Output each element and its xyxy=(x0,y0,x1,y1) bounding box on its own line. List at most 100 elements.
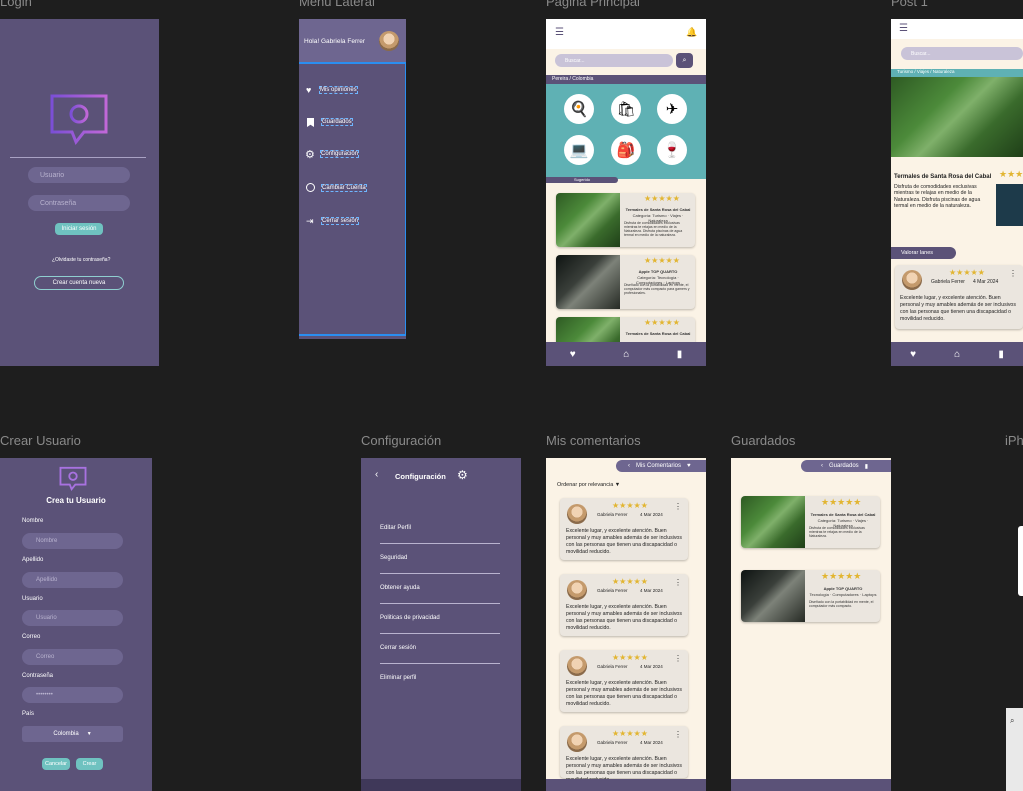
menu-item-saved[interactable]: Guardados xyxy=(321,118,353,126)
rating-stars: ★★★★★ xyxy=(612,729,648,738)
comment-text: Excelente lugar, y excelente atención. B… xyxy=(566,528,682,555)
menu-item-logout[interactable]: Cerrar sesión xyxy=(321,217,360,225)
review-card: ★★★★★ Gabriela Ferrer 4 Mar 2024 ⋮ Excel… xyxy=(895,265,1023,329)
more-options-icon[interactable]: ⋮ xyxy=(1009,269,1017,278)
tech-category-icon[interactable]: 💻 xyxy=(564,135,594,165)
saved-frame: ‹ Guardados ▮ ★★★★★ Termales de Santa Ro… xyxy=(731,458,891,791)
country-select[interactable]: Colombia ▼ xyxy=(22,726,123,742)
cancel-button[interactable]: Cancelar xyxy=(42,758,70,770)
heart-icon[interactable]: ♥ xyxy=(910,349,916,360)
map-thumbnail[interactable] xyxy=(996,184,1023,226)
rate-button[interactable]: Valorar lanes xyxy=(891,247,956,259)
bottom-nav: ♥ ⌂ ▮ xyxy=(891,342,1023,366)
username-field[interactable]: Usuario xyxy=(28,167,130,183)
reviewer-name: Gabriela Ferrer xyxy=(597,512,628,517)
back-icon[interactable]: ‹ xyxy=(375,469,378,480)
saved-card[interactable]: ★★★★★ Termales de Santa Rosa del Cabal C… xyxy=(741,496,880,548)
app-logo-icon xyxy=(59,466,87,492)
config-item-delete-profile[interactable]: Eliminar perfil xyxy=(380,675,416,681)
comment-card: ★★★★★ Gabriela Ferrer 4 Mar 2024 ⋮ Excel… xyxy=(560,574,688,636)
iphone-side xyxy=(1018,526,1023,596)
rating-stars: ★★★★★ xyxy=(612,653,648,662)
heart-icon[interactable]: ♥ xyxy=(570,349,576,360)
search-icon[interactable]: ⌕ xyxy=(1010,716,1014,726)
avatar xyxy=(567,732,587,752)
more-options-icon[interactable]: ⋮ xyxy=(674,502,682,511)
avatar xyxy=(567,580,587,600)
frame-label-post: Post 1 xyxy=(891,0,928,9)
bookmark-icon[interactable]: ▮ xyxy=(998,349,1004,360)
review-date: 4 Mar 2024 xyxy=(973,279,999,285)
comment-card: ★★★★★ Gabriela Ferrer 4 Mar 2024 ⋮ Excel… xyxy=(560,726,688,783)
divider xyxy=(380,663,500,664)
saved-header: ‹ Guardados ▮ xyxy=(801,460,891,472)
avatar xyxy=(379,31,399,51)
divider xyxy=(380,633,500,634)
lastname-input[interactable]: Apellido xyxy=(22,572,123,588)
header-label: Mis Comentarios xyxy=(636,463,682,469)
password-input[interactable]: •••••••• xyxy=(22,687,123,703)
bell-icon[interactable]: 🔔 xyxy=(686,27,697,38)
saved-card[interactable]: ★★★★★ Apple TOP QUARTO Tecnología · Comp… xyxy=(741,570,880,622)
wine-category-icon[interactable]: 🍷 xyxy=(657,135,687,165)
header-label: Guardados xyxy=(829,463,859,469)
menu-frame: Hola! Gabriela Ferrer xyxy=(299,19,406,339)
avatar xyxy=(567,504,587,524)
shopping-category-icon[interactable]: 🛍 xyxy=(611,94,641,124)
bottom-nav xyxy=(731,779,891,791)
more-options-icon[interactable]: ⋮ xyxy=(674,730,682,739)
hamburger-icon[interactable]: ☰ xyxy=(555,27,564,38)
forgot-password-link[interactable]: ¿Olvidaste tu contraseña? xyxy=(52,257,110,263)
search-input[interactable]: Buscar... xyxy=(901,47,1023,60)
home-icon[interactable]: ⌂ xyxy=(623,349,629,360)
menu-item-opinions[interactable]: Mis opiniones xyxy=(319,86,358,94)
more-options-icon[interactable]: ⋮ xyxy=(674,578,682,587)
search-icon[interactable]: ⌕ xyxy=(676,53,693,68)
menu-item-switch[interactable]: Cambiar Cuenta xyxy=(321,184,367,192)
rating-stars: ★★★★★ xyxy=(644,194,680,203)
back-icon[interactable]: ‹ xyxy=(628,463,630,469)
name-input[interactable]: Nombre xyxy=(22,533,123,549)
search-input[interactable]: Buscar... xyxy=(555,54,673,67)
email-input[interactable]: Correo xyxy=(22,649,123,665)
menu-item-config[interactable]: Configuración xyxy=(320,150,360,158)
travel-category-icon[interactable]: ✈ xyxy=(657,94,687,124)
divider xyxy=(10,157,146,158)
divider xyxy=(380,573,500,574)
config-item-help[interactable]: Obtener ayuda xyxy=(380,585,420,591)
rating-stars: ★★★★★ xyxy=(644,318,680,327)
hamburger-icon[interactable]: ☰ xyxy=(899,23,908,34)
config-item-security[interactable]: Seguridad xyxy=(380,555,407,561)
post-topbar xyxy=(891,19,1023,39)
review-text: Excelente lugar, y excelente atención. B… xyxy=(900,295,1016,322)
sort-dropdown[interactable]: Ordenar por relevancia ▼ xyxy=(557,482,620,488)
create-button[interactable]: Crear xyxy=(76,758,103,770)
create-user-frame: Crea tu Usuario Nombre Nombre Apellido A… xyxy=(0,458,152,791)
config-item-logout[interactable]: Cerrar sesión xyxy=(380,645,416,651)
back-icon[interactable]: ‹ xyxy=(821,463,823,469)
rating-stars: ★★★★★ xyxy=(612,577,648,586)
card-title: Apple TOP QUARTO xyxy=(638,269,678,274)
rating-stars: ★★★★★ xyxy=(612,501,648,510)
waterfall-photo xyxy=(891,77,1023,157)
rating-stars: ★★★★★ xyxy=(949,268,985,277)
username-input[interactable]: Usuario xyxy=(22,610,123,626)
more-options-icon[interactable]: ⋮ xyxy=(674,654,682,663)
config-item-privacy[interactable]: Politicas de privacidad xyxy=(380,615,440,621)
post-card[interactable]: ★★★★★ Apple TOP QUARTO Categoría: Tecnol… xyxy=(556,255,695,309)
create-account-button[interactable]: Crear cuenta nueva xyxy=(34,276,124,290)
config-item-edit-profile[interactable]: Editar Perfil xyxy=(380,525,411,531)
card-title: Apple TOP QUARTO xyxy=(823,586,863,591)
password-field[interactable]: Contraseña xyxy=(28,195,130,211)
frame-label-login: Login xyxy=(0,0,32,9)
selection-outline xyxy=(299,62,406,336)
backpack-category-icon[interactable]: 🎒 xyxy=(611,135,641,165)
field-label: Contraseña xyxy=(22,673,54,679)
login-button[interactable]: Iniciar sesión xyxy=(55,223,103,235)
bookmark-icon[interactable]: ▮ xyxy=(677,349,683,360)
post-card[interactable]: ★★★★★ Termales de Santa Rosa del Cabal C… xyxy=(556,193,695,247)
post-frame: ☰ Buscar... Turismo / Viajes / Naturalez… xyxy=(891,19,1023,366)
rating-stars: ★★★★★ xyxy=(821,497,862,507)
cooking-category-icon[interactable]: 🍳 xyxy=(564,94,594,124)
home-icon[interactable]: ⌂ xyxy=(954,349,960,360)
